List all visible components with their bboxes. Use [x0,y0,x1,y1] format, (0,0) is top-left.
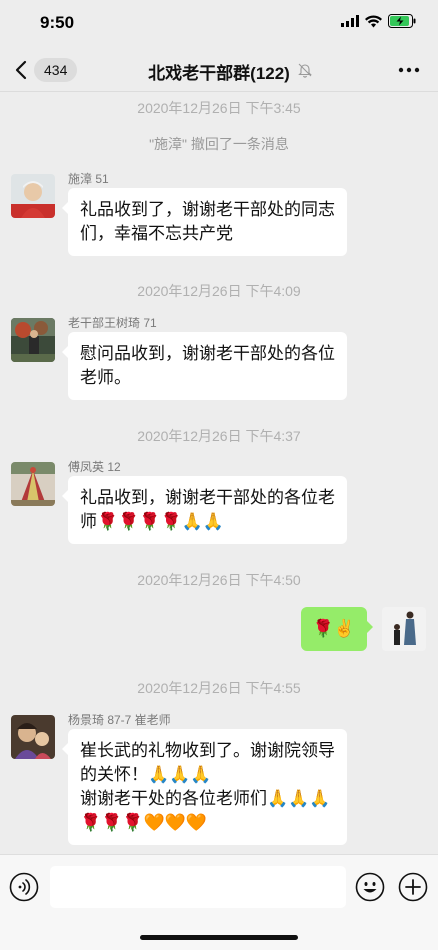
sender-name: 老干部王树琦 71 [68,316,157,330]
message-timestamp: 2020年12月26日 下午4:55 [137,680,301,696]
message-bubble[interactable]: 慰问品收到，谢谢老干部处的各位 老师。 [62,332,347,400]
sender-name: 施漳 51 [68,172,109,186]
own-avatar[interactable] [382,607,426,651]
message-text: 慰问品收到，谢谢老干部处的各位 [80,344,335,363]
message-timestamp: 2020年12月26日 下午3:45 [137,100,301,116]
message-timestamp: 2020年12月26日 下午4:37 [137,428,301,444]
avatar-image [382,607,426,651]
status-icons [341,14,416,28]
own-message-bubble[interactable]: 🌹✌️ [300,607,374,651]
more-options-icon[interactable] [398,60,420,80]
avatar[interactable] [11,715,55,759]
home-indicator [140,935,298,940]
message-timestamp: 2020年12月26日 下午4:50 [137,572,301,588]
message-text: 崔长武的礼物收到了。谢谢院领导 [80,741,335,760]
message-text: 🌹✌️ [312,619,355,638]
recall-notice: "施漳" 撤回了一条消息 [149,136,289,152]
message-list[interactable]: 2020年12月26日 下午3:45 "施漳" 撤回了一条消息 施漳 51 礼品… [0,92,438,854]
message-text: 🌹🌹🌹🧡🧡🧡 [80,813,208,832]
avatar[interactable] [11,174,55,218]
sender-name: 杨景琦 87-7 崔老师 [68,713,171,727]
message-text: 们，幸福不忘共产党 [80,224,233,243]
chat-title: 北戏老干部群(122) [148,64,290,83]
message-text: 礼品收到了，谢谢老干部处的同志 [80,200,335,219]
message-text: 的关怀！🙏🙏🙏 [80,765,212,784]
message-bubble[interactable]: 崔长武的礼物收到了。谢谢院领导 的关怀！🙏🙏🙏 谢谢老干处的各位老师们🙏🙏🙏 🌹… [62,729,347,845]
battery-charging-icon [388,14,416,28]
message-timestamp: 2020年12月26日 下午4:09 [137,283,301,299]
avatar-image [11,174,55,218]
emoji-icon[interactable] [355,872,385,902]
message-text: 礼品收到，谢谢老干部处的各位老 [80,488,335,507]
message-input[interactable] [50,866,346,908]
chat-header: 434 北戏老干部群(122) [0,48,438,92]
more-functions-plus-icon[interactable] [398,872,428,902]
message-bubble[interactable]: 礼品收到，谢谢老干部处的各位老 师🌹🌹🌹🌹🙏🙏 [62,476,347,544]
message-text: 谢谢老干处的各位老师们🙏🙏🙏 [80,789,331,808]
mute-bell-icon [298,63,312,78]
avatar[interactable] [11,462,55,506]
status-time: 9:50 [40,13,75,32]
message-bubble[interactable]: 礼品收到了，谢谢老干部处的同志 们，幸福不忘共产党 [62,188,347,256]
avatar-image [11,715,55,759]
message-text: 师🌹🌹🌹🌹🙏🙏 [80,512,225,531]
wifi-icon [365,14,382,27]
message-text: 老师。 [80,368,131,387]
avatar[interactable] [11,318,55,362]
cellular-signal-icon [341,15,359,27]
voice-input-icon[interactable] [9,872,39,902]
sender-name: 傅凤英 12 [68,460,121,474]
avatar-image [11,462,55,506]
status-bar: 9:50 [0,0,438,48]
avatar-image [11,318,55,362]
